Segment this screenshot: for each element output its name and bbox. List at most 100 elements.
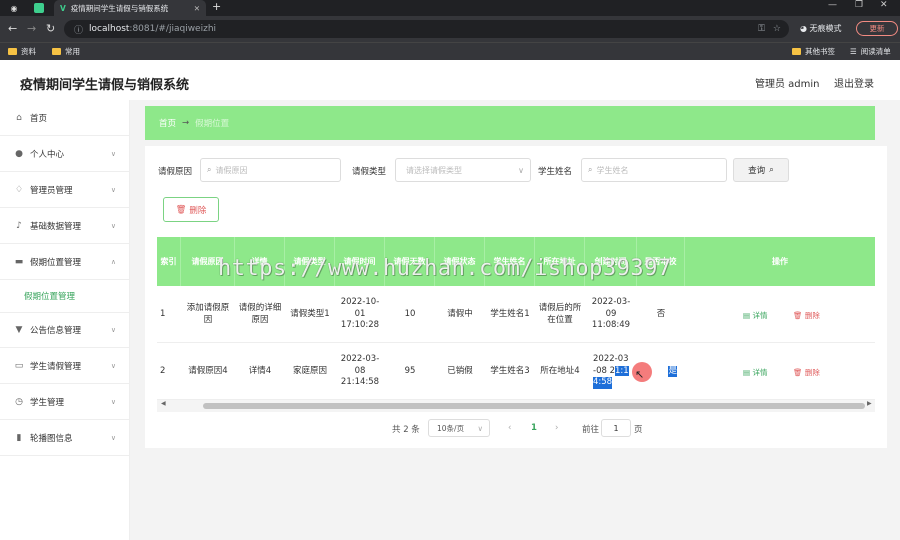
close-window-icon[interactable]: ✕ bbox=[880, 0, 888, 10]
sidebar-item-basic-data[interactable]: ♪ 基础数据管理 ∨ bbox=[0, 208, 130, 244]
reading-list-icon: ☰ bbox=[850, 47, 857, 56]
name-label: 学生姓名 bbox=[538, 167, 573, 177]
sidebar-item-announcements[interactable]: ▼ 公告信息管理 ∨ bbox=[0, 312, 130, 348]
sidebar-subitem-leave-location[interactable]: 假期位置管理 bbox=[24, 290, 75, 302]
chart-icon: ▮ bbox=[16, 432, 22, 443]
goto-page-input[interactable]: 1 bbox=[601, 419, 631, 437]
folder-icon bbox=[8, 48, 17, 55]
sidebar-item-label: 首页 bbox=[30, 113, 48, 124]
sidebar-item-profile[interactable]: ● 个人中心 ∨ bbox=[0, 136, 130, 172]
folder-icon bbox=[52, 48, 61, 55]
back-icon[interactable]: ← bbox=[8, 22, 17, 35]
sidebar-item-label: 基础数据管理 bbox=[30, 221, 82, 232]
chrome-icon[interactable]: ◉ bbox=[8, 2, 20, 14]
logout-button[interactable]: 退出登录 bbox=[834, 75, 874, 90]
prev-page-icon[interactable]: ‹ bbox=[508, 423, 511, 433]
type-select[interactable]: 请选择请假类型 ∨ bbox=[395, 158, 531, 182]
cell-created: 2022-03 -08 21:1 4:58 bbox=[585, 343, 637, 400]
forward-icon[interactable]: → bbox=[27, 22, 36, 35]
active-tab[interactable]: V 疫情期间学生请假与销假系统 ✕ bbox=[54, 0, 206, 16]
cell-time: 2022-10-01 17:10:28 bbox=[340, 297, 380, 331]
scrollbar-thumb[interactable] bbox=[203, 403, 865, 409]
next-page-icon[interactable]: › bbox=[555, 423, 558, 433]
query-label: 查询 bbox=[748, 166, 766, 176]
url-path: :8081/#/jiaqiweizhi bbox=[129, 24, 217, 34]
name-placeholder: 学生姓名 bbox=[596, 165, 629, 175]
sidebar-item-students[interactable]: ◷ 学生管理 ∨ bbox=[0, 384, 130, 420]
reload-icon[interactable]: ↻ bbox=[46, 22, 55, 35]
star-icon[interactable]: ☆ bbox=[773, 24, 781, 34]
cell-status: 已销假 bbox=[447, 365, 473, 376]
col-index: 索引 bbox=[157, 237, 181, 286]
col-time: 请假时间 bbox=[335, 237, 385, 286]
breadcrumb-home[interactable]: 首页 bbox=[159, 117, 176, 129]
page-size-select[interactable]: 10条/页 ∨ bbox=[428, 419, 490, 437]
table-row[interactable]: 1 添加请假原因 请假的详细原因 请假类型1 2022-10-01 17:10:… bbox=[157, 286, 875, 343]
clock-icon: ◷ bbox=[15, 396, 23, 407]
detail-button[interactable]: ▤ 详情 bbox=[743, 367, 767, 378]
scroll-right-icon[interactable]: ▶ bbox=[867, 400, 872, 407]
detail-button[interactable]: ▤ 详情 bbox=[743, 310, 767, 321]
selected-text: 4:58 bbox=[593, 377, 613, 389]
tab-favicon[interactable] bbox=[34, 3, 44, 13]
sidebar-item-leave-location[interactable]: ▬ 假期位置管理 ∧ bbox=[0, 244, 130, 280]
sidebar-item-label: 管理员管理 bbox=[30, 185, 73, 196]
query-button[interactable]: 查询 ⌕ bbox=[733, 158, 789, 182]
sidebar-item-home[interactable]: ⌂ 首页 bbox=[0, 100, 130, 136]
incognito-indicator[interactable]: ◕ 无痕模式 bbox=[800, 23, 842, 34]
url-field[interactable]: ⓘ localhost :8081/#/jiaqiweizhi ⚿ ☆ bbox=[64, 20, 789, 38]
other-bookmarks[interactable]: 其他书签 bbox=[792, 46, 835, 57]
cell-local: 否 bbox=[656, 308, 666, 319]
minimize-icon[interactable]: — bbox=[828, 0, 837, 10]
chevron-down-icon: ∨ bbox=[110, 397, 116, 406]
name-input[interactable]: ⌕ 学生姓名 bbox=[581, 158, 727, 182]
col-local: 是否本校 bbox=[637, 237, 685, 286]
cell-time: 2022-03-08 21:14:58 bbox=[340, 354, 380, 388]
chat-icon: ▭ bbox=[14, 360, 24, 371]
batch-delete-button[interactable]: 🗑 删除 bbox=[163, 197, 219, 222]
scroll-left-icon[interactable]: ◀ bbox=[161, 400, 166, 407]
sidebar-item-admins[interactable]: ♢ 管理员管理 ∨ bbox=[0, 172, 130, 208]
chevron-down-icon: ∨ bbox=[110, 433, 116, 442]
home-icon: ⌂ bbox=[16, 112, 22, 123]
cell-type: 家庭原因 bbox=[292, 365, 327, 376]
bookmark-folder[interactable]: 常用 bbox=[52, 46, 80, 57]
bookmark-folder[interactable]: 资料 bbox=[8, 46, 36, 57]
col-address: 所在地址 bbox=[535, 237, 585, 286]
update-button[interactable]: 更新 bbox=[856, 21, 898, 36]
created-part: -08 2 bbox=[593, 365, 615, 376]
cell-address: 所在地址4 bbox=[540, 365, 580, 376]
search-icon: ⌕ bbox=[207, 165, 212, 174]
browser-tab-bar: ◉ V 疫情期间学生请假与销假系统 ✕ + — ❐ ✕ bbox=[0, 0, 900, 16]
search-icon: ⌕ bbox=[769, 165, 774, 175]
sidebar-item-student-leave[interactable]: ▭ 学生请假管理 ∨ bbox=[0, 348, 130, 384]
cell-name: 学生姓名3 bbox=[490, 365, 530, 376]
sidebar-item-label: 公告信息管理 bbox=[30, 326, 82, 336]
restore-icon[interactable]: ❐ bbox=[855, 0, 863, 10]
cell-detail: 请假的详细原因 bbox=[238, 303, 282, 325]
delete-label: 删除 bbox=[189, 205, 207, 216]
chevron-up-icon: ∧ bbox=[110, 257, 116, 266]
new-tab-button[interactable]: + bbox=[212, 0, 221, 13]
info-icon: ⓘ bbox=[74, 25, 84, 36]
close-tab-icon[interactable]: ✕ bbox=[194, 4, 200, 13]
bell-icon: ♢ bbox=[14, 184, 24, 195]
reading-list[interactable]: ☰ 阅读清单 bbox=[850, 46, 891, 57]
reason-input[interactable]: ⌕ 请假原因 bbox=[200, 158, 341, 182]
delete-label: 删除 bbox=[804, 311, 820, 320]
key-icon[interactable]: ⚿ bbox=[758, 24, 765, 34]
folder-icon bbox=[792, 48, 801, 55]
table-row[interactable]: 2 请假原因4 详情4 家庭原因 2022-03-08 21:14:58 95 … bbox=[157, 343, 875, 400]
cell-type: 请假类型1 bbox=[290, 308, 330, 319]
cell-days: 10 bbox=[404, 308, 416, 319]
page-number-current[interactable]: 1 bbox=[531, 423, 537, 433]
selected-text: 是 bbox=[668, 365, 677, 378]
col-type: 请假类型 bbox=[285, 237, 335, 286]
sidebar-item-label: 学生管理 bbox=[30, 397, 65, 408]
delete-button[interactable]: 🗑 删除 bbox=[793, 367, 820, 378]
delete-button[interactable]: 🗑 删除 bbox=[793, 310, 820, 321]
trash-icon: 🗑 bbox=[793, 368, 805, 377]
trash-icon: 🗑 bbox=[175, 204, 187, 215]
sidebar-item-carousel[interactable]: ▮ 轮播图信息 ∨ bbox=[0, 420, 130, 456]
app-header: 疫情期间学生请假与销假系统 管理员 admin 退出登录 bbox=[0, 60, 900, 104]
